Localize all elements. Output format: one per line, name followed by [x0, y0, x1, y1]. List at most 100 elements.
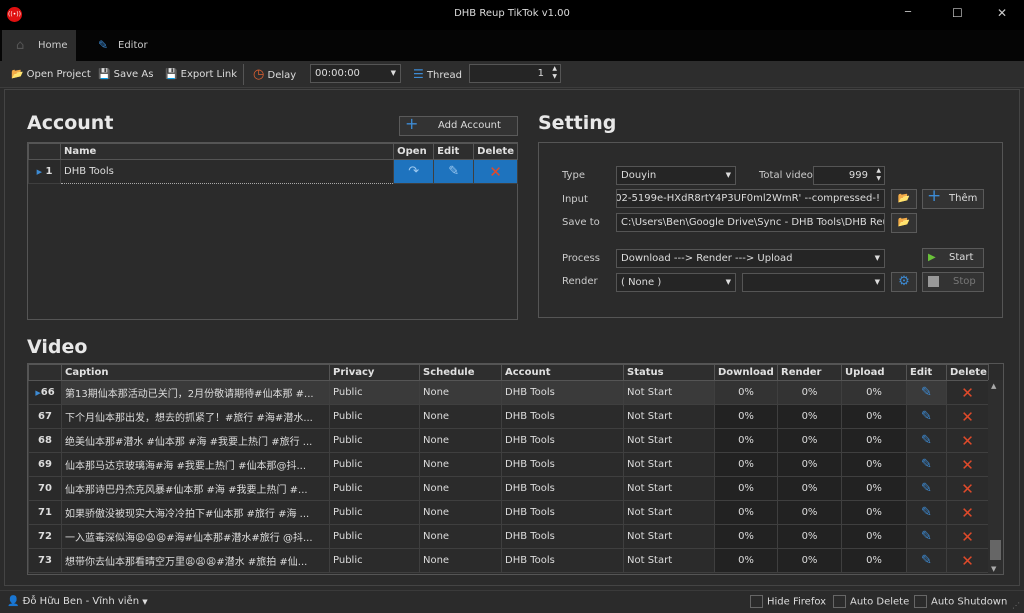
edit-video-button[interactable]: ✎ — [906, 548, 947, 573]
process-dropdown[interactable]: Download ---> Render ---> Upload ▼ — [616, 249, 885, 268]
cell-schedule[interactable]: None — [419, 548, 502, 573]
cell-account[interactable]: DHB Tools — [501, 548, 624, 573]
delete-video-button[interactable]: ✕ — [946, 500, 989, 525]
cell-schedule[interactable]: None — [419, 500, 502, 525]
start-button[interactable]: ▶ Start — [922, 248, 984, 268]
cell-account[interactable]: DHB Tools — [501, 404, 624, 429]
edit-account-button[interactable]: ✎ — [433, 159, 475, 184]
col-upload[interactable]: Upload — [841, 364, 907, 381]
delay-dropdown[interactable]: 00:00:00 ▼ — [310, 64, 401, 83]
resize-grip-icon[interactable]: ⋰ — [1012, 601, 1020, 610]
edit-video-button[interactable]: ✎ — [906, 500, 947, 525]
scroll-up-icon[interactable]: ▲ — [991, 382, 996, 390]
account-name[interactable]: DHB Tools — [59, 159, 395, 184]
cell-status[interactable]: Not Start — [623, 428, 715, 453]
cell-privacy[interactable]: Public — [329, 524, 420, 549]
table-row[interactable]: 70 仙本那诗巴丹杰克风暴#仙本那 #海 #我要上热门 #... Public Non… — [28, 476, 989, 501]
cell-status[interactable]: Not Start — [623, 524, 715, 549]
col-status[interactable]: Status — [623, 364, 715, 381]
edit-video-button[interactable]: ✎ — [906, 404, 947, 429]
cell-status[interactable]: Not Start — [623, 452, 715, 477]
tab-home[interactable]: ⌂ Home — [2, 30, 76, 61]
col-open[interactable]: Open — [393, 143, 435, 160]
cell-privacy[interactable]: Public — [329, 500, 420, 525]
table-row[interactable]: ▶66 第13期仙本那活动已关门，2月份敬请期待#仙本那 #... Public No… — [28, 380, 989, 405]
cell-privacy[interactable]: Public — [329, 380, 420, 405]
cell-schedule[interactable]: None — [419, 428, 502, 453]
tab-editor[interactable]: ✎ Editor — [82, 30, 152, 61]
col-download[interactable]: Download — [714, 364, 778, 381]
table-row[interactable]: 72 一入蓝毒深似海😩😩😩#海#仙本那#潜水#旅行 @抖... Public None… — [28, 524, 989, 549]
export-link-button[interactable]: 💾 Export Link — [165, 61, 237, 88]
cell-privacy[interactable]: Public — [329, 428, 420, 453]
them-button[interactable]: + Thêm — [922, 187, 984, 209]
edit-video-button[interactable]: ✎ — [906, 428, 947, 453]
cell-account[interactable]: DHB Tools — [501, 428, 624, 453]
save-to-field[interactable]: C:\Users\Ben\Google Drive\Sync - DHB Too… — [616, 213, 885, 232]
render-settings-button[interactable]: ⚙ — [891, 272, 917, 292]
cell-status[interactable]: Not Start — [623, 548, 715, 573]
cell-caption[interactable]: 想带你去仙本那看晴空万里😩😩😩#潜水 #旅拍 #仙... — [61, 548, 330, 573]
col-account[interactable]: Account — [501, 364, 624, 381]
close-button[interactable]: ✕ — [997, 6, 1007, 20]
stop-button[interactable]: Stop — [922, 272, 984, 292]
user-menu[interactable]: 👤 Đỗ Hữu Ben - Vĩnh viễn ▼ — [7, 596, 148, 607]
edit-video-button[interactable]: ✎ — [906, 524, 947, 549]
open-project-button[interactable]: 📂 Open Project — [11, 61, 91, 88]
col-delete[interactable]: Delete — [946, 364, 989, 381]
edit-video-button[interactable]: ✎ — [906, 476, 947, 501]
scroll-thumb[interactable] — [990, 540, 1001, 560]
cell-schedule[interactable]: None — [419, 476, 502, 501]
delete-video-button[interactable]: ✕ — [946, 452, 989, 477]
delete-video-button[interactable]: ✕ — [946, 524, 989, 549]
edit-video-button[interactable]: ✎ — [906, 380, 947, 405]
table-row[interactable]: 68 绝美仙本那#潜水 #仙本那 #海 #我要上热门 #旅行 ... Public N… — [28, 428, 989, 453]
col-schedule[interactable]: Schedule — [419, 364, 502, 381]
input-field[interactable]: !-20200302-5199e-HXdR8rtY4P3UF0ml2WmR' -… — [616, 189, 885, 208]
cell-account[interactable]: DHB Tools — [501, 524, 624, 549]
cell-account[interactable]: DHB Tools — [501, 452, 624, 477]
table-row[interactable]: 73 想带你去仙本那看晴空万里😩😩😩#潜水 #旅拍 #仙... Public None… — [28, 548, 989, 573]
col-edit[interactable]: Edit — [906, 364, 947, 381]
cell-schedule[interactable]: None — [419, 524, 502, 549]
edit-video-button[interactable]: ✎ — [906, 452, 947, 477]
delete-video-button[interactable]: ✕ — [946, 476, 989, 501]
total-video-stepper[interactable]: 999 ▲ ▼ — [813, 166, 885, 185]
cell-caption[interactable]: 一入蓝毒深似海😩😩😩#海#仙本那#潜水#旅行 @抖... — [61, 524, 330, 549]
cell-caption[interactable]: 绝美仙本那#潜水 #仙本那 #海 #我要上热门 #旅行 ... — [61, 428, 330, 453]
save-to-browse-button[interactable]: 📂 — [891, 213, 917, 233]
auto-delete-checkbox[interactable]: Auto Delete — [833, 595, 909, 608]
delete-video-button[interactable]: ✕ — [946, 548, 989, 573]
cell-account[interactable]: DHB Tools — [501, 476, 624, 501]
col-name[interactable]: Name — [59, 143, 395, 160]
cell-status[interactable]: Not Start — [623, 500, 715, 525]
cell-caption[interactable]: 如果骄傲没被现实大海冷冷拍下#仙本那 #旅行 #海 ... — [61, 500, 330, 525]
cell-status[interactable]: Not Start — [623, 404, 715, 429]
cell-caption[interactable]: 仙本那马达京玻璃海#海 #我要上热门 #仙本那@抖... — [61, 452, 330, 477]
input-browse-button[interactable]: 📂 — [891, 189, 917, 209]
maximize-button[interactable]: ☐ — [952, 6, 963, 20]
checkbox-box[interactable] — [750, 595, 763, 608]
scroll-down-icon[interactable]: ▼ — [991, 565, 996, 573]
add-account-button[interactable]: + Add Account — [399, 115, 518, 136]
hide-firefox-checkbox[interactable]: Hide Firefox — [750, 595, 826, 608]
checkbox-box[interactable] — [914, 595, 927, 608]
col-caption[interactable]: Caption — [61, 364, 330, 381]
col-privacy[interactable]: Privacy — [329, 364, 420, 381]
cell-privacy[interactable]: Public — [329, 476, 420, 501]
col-edit[interactable]: Edit — [433, 143, 475, 160]
cell-privacy[interactable]: Public — [329, 452, 420, 477]
render-option-dropdown[interactable]: ▼ — [742, 273, 885, 292]
cell-schedule[interactable]: None — [419, 452, 502, 477]
col-render[interactable]: Render — [777, 364, 842, 381]
cell-caption[interactable]: 下个月仙本那出发，想去的抓紧了！#旅行 #海#潜水... — [61, 404, 330, 429]
cell-privacy[interactable]: Public — [329, 548, 420, 573]
delete-account-button[interactable]: ✕ — [473, 159, 518, 184]
thread-stepper[interactable]: 1 ▲ ▼ — [469, 64, 561, 83]
type-dropdown[interactable]: Douyin ▼ — [616, 166, 736, 185]
minimize-button[interactable]: ─ — [905, 7, 911, 18]
cell-status[interactable]: Not Start — [623, 476, 715, 501]
open-account-button[interactable]: ↷ — [393, 159, 435, 184]
delete-video-button[interactable]: ✕ — [946, 404, 989, 429]
cell-status[interactable]: Not Start — [623, 380, 715, 405]
